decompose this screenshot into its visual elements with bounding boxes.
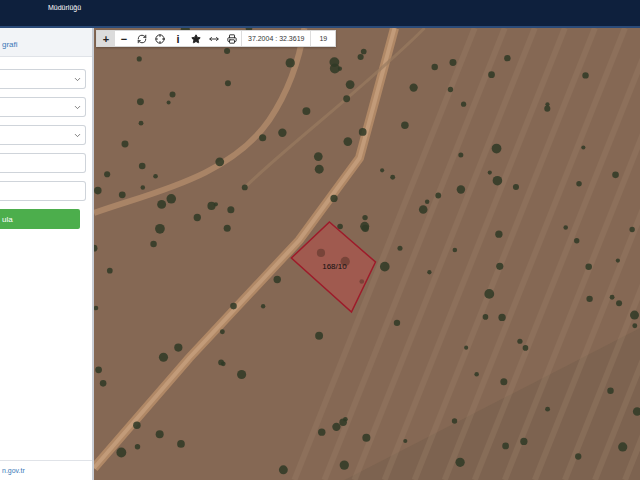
- sidebar: grafi ula n.gov.tr: [0, 28, 94, 480]
- tool-button[interactable]: +: [97, 31, 115, 46]
- top-bar: Müdürlüğü: [0, 0, 640, 28]
- coordinates: 37.2004 : 32.3619: [241, 31, 310, 46]
- tool-button[interactable]: [223, 31, 241, 46]
- sidebar-title: grafi: [2, 40, 18, 49]
- tool-button[interactable]: [205, 31, 223, 46]
- body: grafi ula n.gov.tr 168/10 +− i 37.2004 : 32.36…: [0, 28, 640, 480]
- app: Müdürlüğü grafi ula n.gov.tr 168/10 +− i 37.200…: [0, 0, 640, 480]
- text-input[interactable]: [0, 181, 86, 201]
- query-button[interactable]: ula: [0, 209, 80, 229]
- tool-button[interactable]: [187, 31, 205, 46]
- zoom-level: 19: [310, 31, 335, 46]
- sidebar-header: grafi: [0, 28, 92, 57]
- map-toolbar: +− i 37.2004 : 32.361919: [96, 30, 336, 47]
- chevron-down-icon: [73, 103, 82, 112]
- sidebar-footer: n.gov.tr: [0, 460, 92, 480]
- crosshair-icon: [155, 34, 165, 44]
- select-field[interactable]: [0, 69, 86, 89]
- text-input[interactable]: [0, 153, 86, 173]
- tool-button[interactable]: −: [115, 31, 133, 46]
- parcel-label: 168/10: [322, 262, 347, 271]
- tool-button[interactable]: i: [169, 31, 187, 46]
- star-icon: [191, 34, 201, 44]
- parcel[interactable]: 168/10: [291, 222, 375, 312]
- tool-button[interactable]: [133, 31, 151, 46]
- select-field[interactable]: [0, 125, 86, 145]
- chevron-down-icon: [73, 75, 82, 84]
- select-field[interactable]: [0, 97, 86, 117]
- chevron-down-icon: [73, 131, 82, 140]
- header-title: Müdürlüğü: [48, 3, 81, 12]
- refresh-icon: [137, 34, 147, 44]
- print-icon: [227, 34, 237, 44]
- tool-button[interactable]: [151, 31, 169, 46]
- ruler-icon: [209, 34, 219, 44]
- satellite-map[interactable]: 168/10: [94, 28, 640, 480]
- form: ula: [0, 57, 92, 229]
- map[interactable]: 168/10 +− i 37.2004 : 32.361919: [94, 28, 640, 480]
